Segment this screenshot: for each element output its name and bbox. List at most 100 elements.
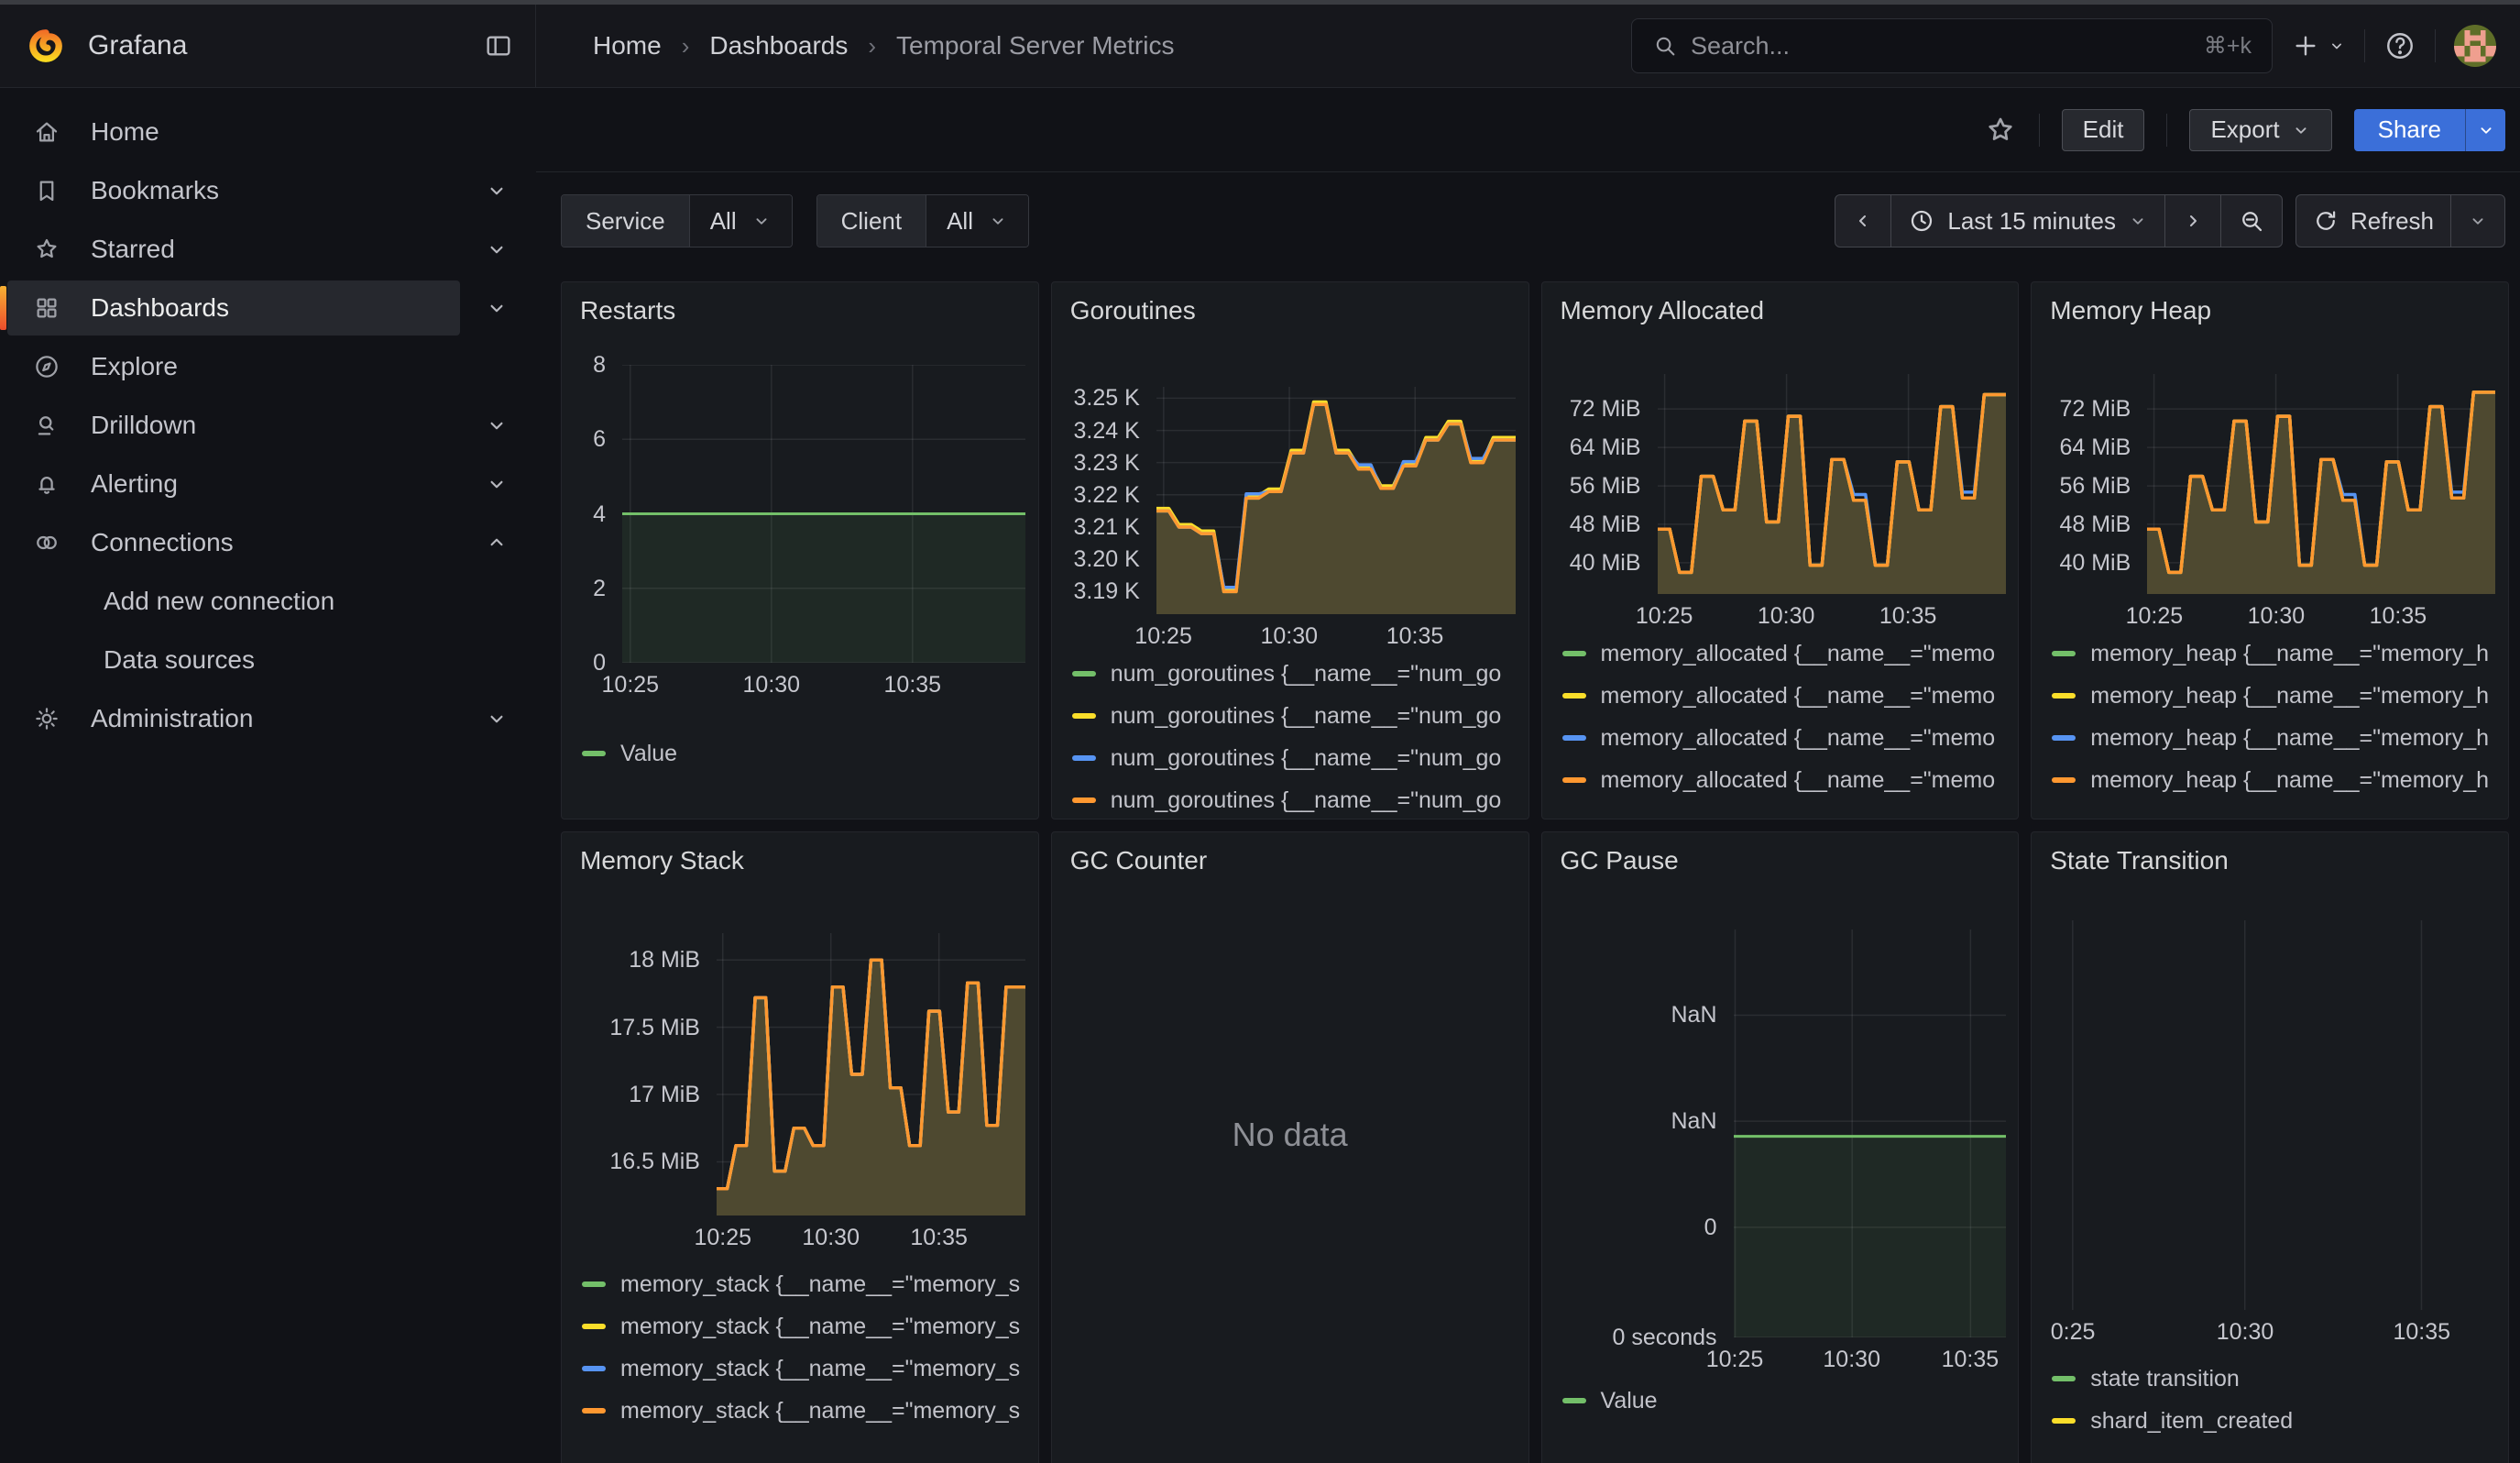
sidebar-item-expand-toggle[interactable]: [485, 296, 509, 320]
sidebar-toggle-button[interactable]: [484, 31, 513, 60]
chart-canvas[interactable]: [1658, 374, 2006, 594]
no-data-message: No data: [1065, 878, 1516, 1392]
sidebar-item-explore[interactable]: Explore: [7, 339, 460, 394]
sidebar-item-expand-toggle[interactable]: [485, 413, 509, 437]
refresh-interval-button[interactable]: [2450, 195, 2504, 247]
panel-title[interactable]: Restarts: [580, 293, 1025, 328]
chart-area[interactable]: 3.25 K3.24 K3.23 K3.22 K3.21 K3.20 K3.19…: [1156, 387, 1516, 614]
chart-canvas[interactable]: [622, 365, 1025, 663]
chart-area[interactable]: NaNNaN00 seconds10:2510:3010:35: [1734, 930, 2006, 1337]
chart-canvas[interactable]: [1156, 387, 1516, 614]
legend-series-marker: [1072, 671, 1096, 676]
sidebar-item-expand-toggle[interactable]: [485, 707, 509, 731]
nav-brand-section: Grafana: [0, 5, 536, 87]
legend-item[interactable]: memory_heap {__name__="memory_h: [2052, 675, 2495, 717]
dashboards-grid-icon: [33, 294, 60, 322]
search-input[interactable]: Search... ⌘+k: [1631, 18, 2273, 73]
filter-value-dropdown[interactable]: All: [926, 195, 1028, 247]
sidebar-item-starred[interactable]: Starred: [7, 222, 460, 277]
legend-item[interactable]: Value: [1562, 1380, 2006, 1422]
legend-item[interactable]: memory_stack {__name__="memory_s: [582, 1263, 1025, 1305]
legend-item[interactable]: memory_heap {__name__="memory_h: [2052, 717, 2495, 759]
legend-item[interactable]: memory_stack {__name__="memory_s: [582, 1390, 1025, 1432]
sidebar-item-expand-toggle[interactable]: [485, 179, 509, 203]
user-avatar[interactable]: [2454, 25, 2496, 67]
time-range-control: Last 15 minutes: [1835, 194, 2283, 248]
export-button[interactable]: Export: [2189, 109, 2331, 151]
filter-value-dropdown[interactable]: All: [689, 195, 792, 247]
chart-area[interactable]: 72 MiB64 MiB56 MiB48 MiB40 MiB10:2510:30…: [2147, 374, 2495, 594]
legend-series-marker: [1562, 651, 1586, 656]
legend-item[interactable]: num_goroutines {__name__="num_go: [1072, 653, 1516, 695]
legend-item[interactable]: memory_stack {__name__="memory_s: [582, 1348, 1025, 1390]
legend-series-label: memory_allocated {__name__="memo: [1601, 683, 1996, 710]
legend-item[interactable]: memory_heap {__name__="memory_h: [2052, 632, 2495, 675]
chevron-down-icon: [485, 472, 509, 496]
legend-series-label: memory_heap {__name__="memory_h: [2090, 767, 2489, 794]
panel-title[interactable]: GC Counter: [1070, 843, 1516, 878]
panel-title[interactable]: Memory Heap: [2050, 293, 2495, 328]
legend-item[interactable]: memory_allocated {__name__="memo: [1562, 759, 2006, 801]
zoom-out-button[interactable]: [2220, 195, 2282, 247]
sidebar-subitem-data-sources[interactable]: Data sources: [7, 632, 460, 688]
chart-area[interactable]: 0:2510:3010:35: [2048, 920, 2495, 1310]
breadcrumb-dashboards[interactable]: Dashboards: [709, 31, 848, 60]
legend-item[interactable]: shard_item_created: [2052, 1400, 2495, 1442]
legend-item[interactable]: Value: [582, 732, 1025, 775]
y-axis-label: 3.21 K: [1065, 513, 1140, 541]
panel-title[interactable]: GC Pause: [1561, 843, 2006, 878]
panel-title[interactable]: State Transition: [2050, 843, 2495, 878]
time-range-picker[interactable]: Last 15 minutes: [1890, 195, 2164, 247]
sidebar-item-drilldown[interactable]: Drilldown: [7, 398, 460, 453]
time-shift-forward-button[interactable]: [2164, 195, 2220, 247]
sidebar-item-connections[interactable]: Connections: [7, 515, 460, 570]
legend-series-marker: [1072, 755, 1096, 761]
sidebar-item-dashboards[interactable]: Dashboards: [7, 280, 460, 336]
legend-item[interactable]: num_goroutines {__name__="num_go: [1072, 695, 1516, 737]
chart-canvas[interactable]: [2048, 920, 2495, 1310]
legend-item[interactable]: memory_stack {__name__="memory_s: [582, 1305, 1025, 1348]
chart-area[interactable]: 8642010:2510:3010:35: [622, 365, 1025, 663]
sidebar-subitem-add-new-connection[interactable]: Add new connection: [7, 574, 460, 629]
sidebar-item-expand-toggle[interactable]: [485, 531, 509, 555]
legend-item[interactable]: memory_heap {__name__="memory_h: [2052, 759, 2495, 801]
help-button[interactable]: [2383, 29, 2416, 62]
sidebar-item-label: Administration: [91, 704, 253, 733]
breadcrumb-home[interactable]: Home: [593, 31, 662, 60]
legend-item[interactable]: state transition: [2052, 1358, 2495, 1400]
panel-restarts: Restarts 8642010:2510:3010:35 Value: [561, 281, 1039, 820]
chart-area[interactable]: 18 MiB17.5 MiB17 MiB16.5 MiB10:2510:3010…: [717, 933, 1025, 1216]
sidebar-item-home[interactable]: Home: [7, 104, 460, 160]
sidebar-item-expand-toggle[interactable]: [485, 472, 509, 496]
sidebar-item-bookmarks[interactable]: Bookmarks: [7, 163, 460, 218]
panel-goroutines: Goroutines 3.25 K3.24 K3.23 K3.22 K3.21 K…: [1051, 281, 1529, 820]
legend-series-label: memory_allocated {__name__="memo: [1601, 725, 1996, 752]
add-new-button[interactable]: [2291, 31, 2346, 60]
panel-title[interactable]: Memory Allocated: [1561, 293, 2006, 328]
legend-series-label: memory_heap {__name__="memory_h: [2090, 683, 2489, 710]
legend-item[interactable]: memory_allocated {__name__="memo: [1562, 632, 2006, 675]
legend-item[interactable]: num_goroutines {__name__="num_go: [1072, 737, 1516, 779]
legend-item[interactable]: memory_allocated {__name__="memo: [1562, 675, 2006, 717]
chart-area[interactable]: 72 MiB64 MiB56 MiB48 MiB40 MiB10:2510:30…: [1658, 374, 2006, 594]
x-axis-label: 10:30: [1261, 623, 1319, 650]
sidebar-item-expand-toggle[interactable]: [485, 237, 509, 261]
chart-canvas[interactable]: [1734, 930, 2006, 1337]
chevron-up-icon: [485, 531, 509, 555]
legend-item[interactable]: memory_allocated {__name__="memo: [1562, 717, 2006, 759]
favorite-star-button[interactable]: [1984, 114, 2017, 147]
edit-button[interactable]: Edit: [2062, 109, 2145, 151]
share-menu-button[interactable]: [2465, 109, 2505, 151]
share-button[interactable]: Share: [2354, 109, 2505, 151]
sidebar-item-alerting[interactable]: Alerting: [7, 456, 460, 512]
legend-item[interactable]: num_goroutines {__name__="num_go: [1072, 779, 1516, 820]
time-shift-back-button[interactable]: [1835, 195, 1890, 247]
sidebar-item-administration[interactable]: Administration: [7, 691, 460, 746]
chart-canvas[interactable]: [717, 933, 1025, 1216]
chart-canvas[interactable]: [2147, 374, 2495, 594]
chevron-down-icon: [485, 179, 509, 203]
panel-title[interactable]: Memory Stack: [580, 843, 1025, 878]
panel-title[interactable]: Goroutines: [1070, 293, 1516, 328]
refresh-button[interactable]: Refresh: [2296, 195, 2450, 247]
plus-icon: [2291, 31, 2320, 60]
